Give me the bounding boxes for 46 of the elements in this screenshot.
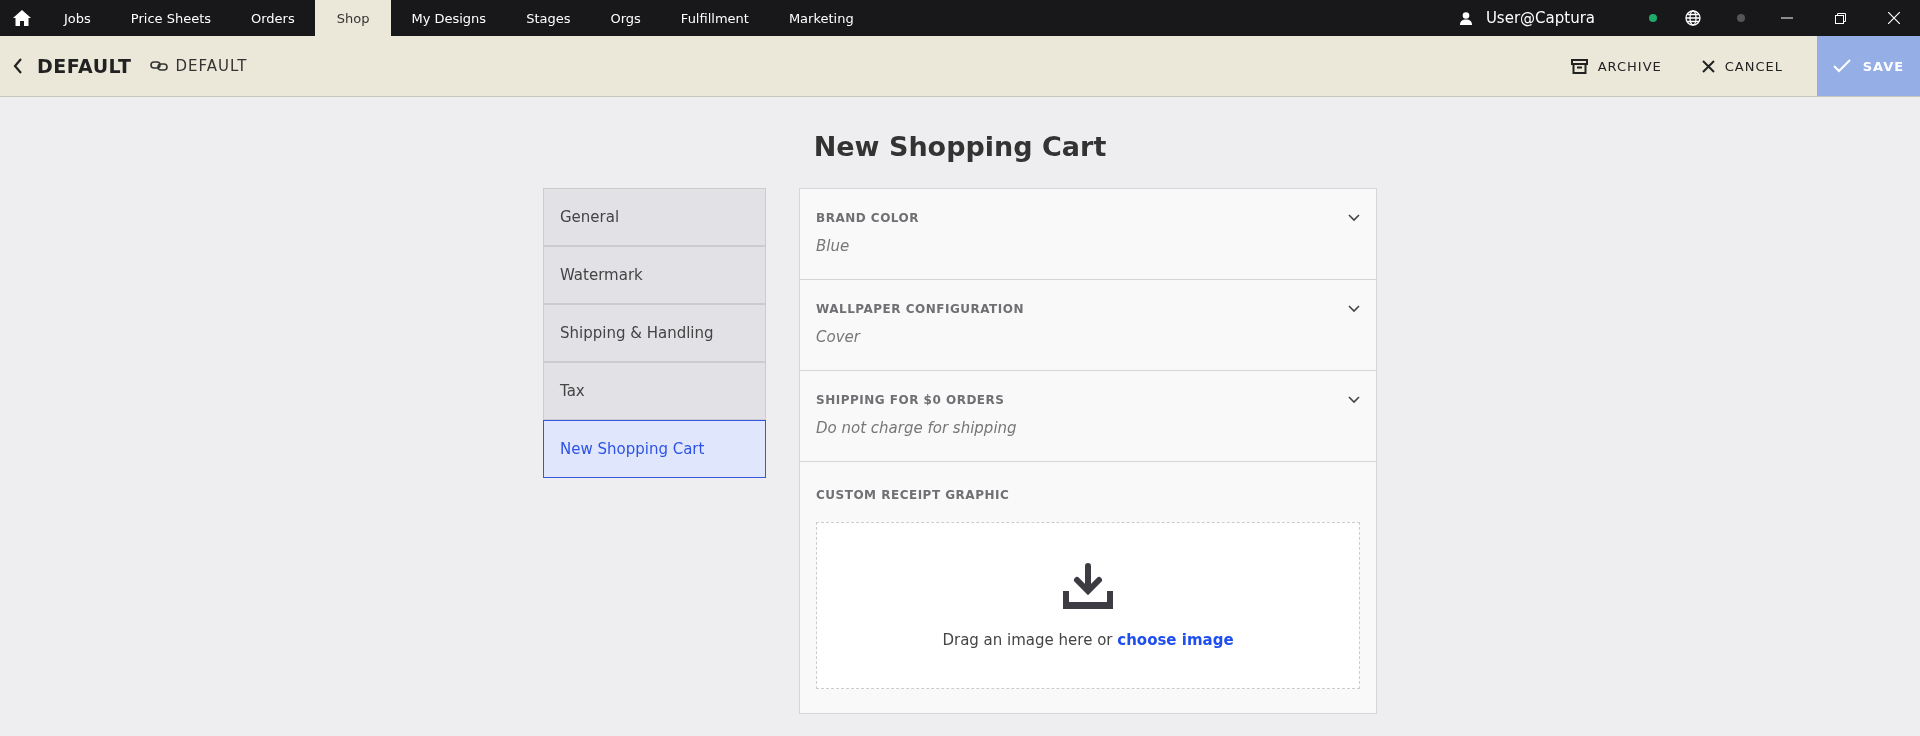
nav-tab[interactable]: Marketing	[768, 0, 874, 36]
archive-button[interactable]: ARCHIVE	[1564, 57, 1668, 75]
setting-label: BRAND COLOR	[816, 211, 920, 225]
nav-tab[interactable]: My Designs	[391, 0, 507, 36]
link-icon[interactable]	[149, 60, 168, 72]
sidebar-item[interactable]: General	[543, 188, 766, 246]
sidebar-item[interactable]: Tax	[543, 362, 766, 420]
choose-image-link[interactable]: choose image	[1117, 630, 1234, 649]
chevron-down-icon[interactable]	[1348, 214, 1360, 222]
page-heading: DEFAULT	[37, 55, 132, 77]
linked-name: DEFAULT	[175, 57, 248, 75]
sidebar-item[interactable]: Shipping & Handling	[543, 304, 766, 362]
nav-tab[interactable]: Jobs	[44, 0, 111, 36]
setting-value[interactable]: Cover	[816, 328, 1360, 346]
nav-tab[interactable]: Stages	[506, 0, 591, 36]
nav-tab[interactable]: Orgs	[590, 0, 661, 36]
section-title: New Shopping Cart	[812, 131, 1108, 162]
upload-prompt: Drag an image here or choose image	[942, 630, 1234, 649]
globe-icon[interactable]	[1685, 10, 1701, 26]
back-icon[interactable]	[13, 58, 23, 74]
sidebar-item[interactable]: Watermark	[543, 246, 766, 304]
archive-icon	[1570, 58, 1588, 74]
setting-value[interactable]: Do not charge for shipping	[816, 419, 1360, 437]
nav-tab[interactable]: Price Sheets	[110, 0, 231, 36]
home-icon[interactable]	[13, 10, 31, 26]
image-drop-zone[interactable]: Drag an image here or choose image	[816, 522, 1360, 689]
nav-tab[interactable]: Fulfillment	[660, 0, 769, 36]
check-icon	[1832, 59, 1851, 73]
sidebar-item[interactable]: New Shopping Cart	[543, 420, 766, 478]
status-dot	[1737, 14, 1745, 22]
setting-label: CUSTOM RECEIPT GRAPHIC	[816, 488, 1010, 502]
user-icon	[1459, 11, 1472, 25]
cancel-button[interactable]: CANCEL	[1695, 57, 1789, 75]
close-icon	[1701, 59, 1715, 73]
restore-icon[interactable]	[1835, 12, 1846, 24]
chevron-down-icon[interactable]	[1348, 396, 1360, 404]
close-icon[interactable]	[1888, 12, 1900, 24]
download-icon	[1063, 562, 1113, 609]
nav-tab[interactable]: Orders	[231, 0, 315, 36]
status-dot	[1649, 14, 1657, 22]
setting-label: SHIPPING FOR $0 ORDERS	[816, 393, 1005, 407]
user-name[interactable]: User@Captura	[1485, 9, 1595, 27]
nav-tab[interactable]: Shop	[314, 0, 392, 36]
setting-value[interactable]: Blue	[816, 237, 1360, 255]
chevron-down-icon[interactable]	[1348, 305, 1360, 313]
setting-label: WALLPAPER CONFIGURATION	[816, 302, 1024, 316]
